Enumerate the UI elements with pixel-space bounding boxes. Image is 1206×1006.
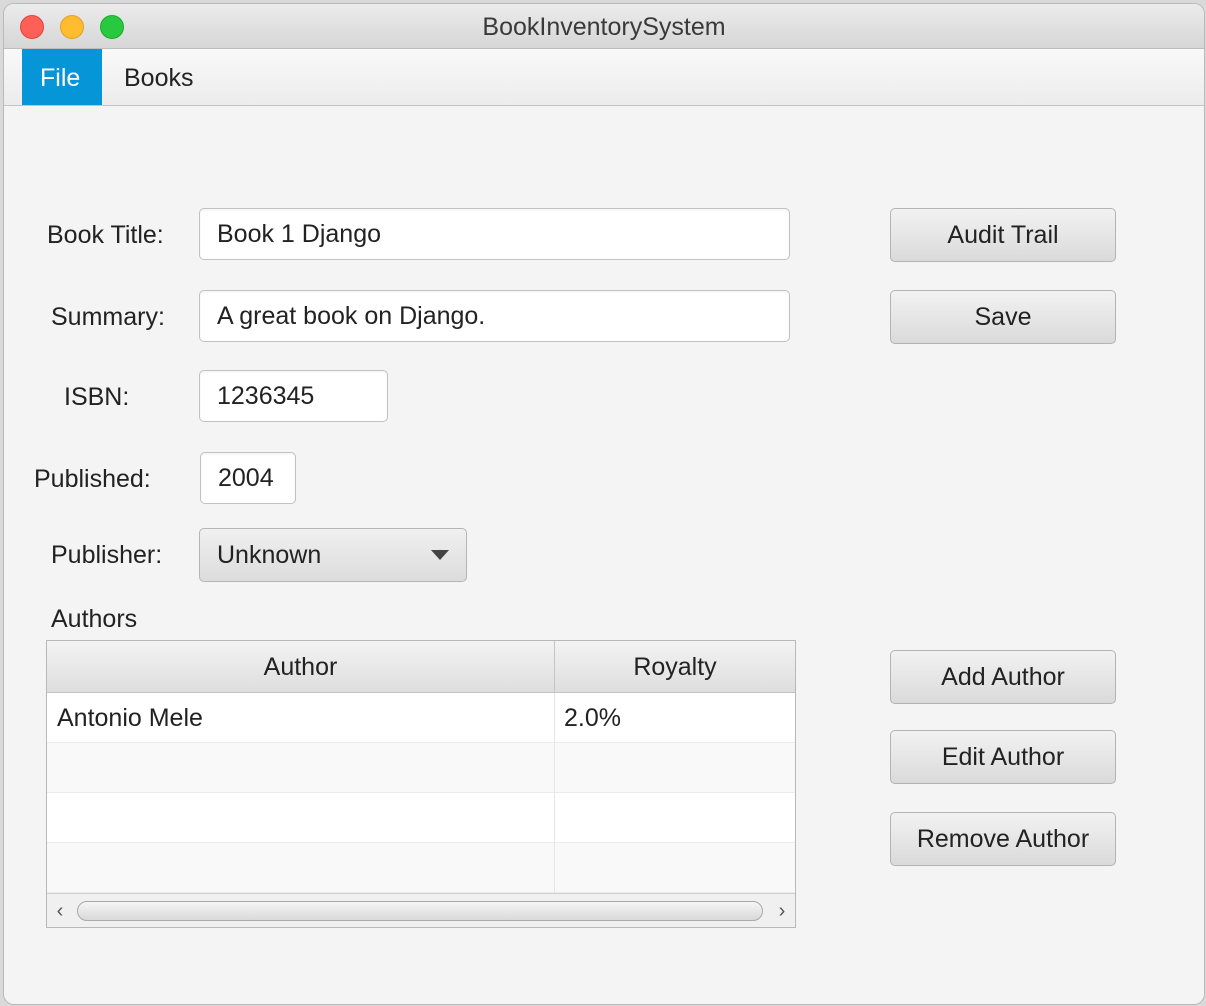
table-header: Author Royalty: [47, 641, 795, 693]
author-cell: [47, 793, 555, 843]
menu-books[interactable]: Books: [106, 49, 211, 105]
scroll-right-icon[interactable]: ›: [769, 894, 795, 927]
authors-section-label: Authors: [51, 605, 138, 633]
book-title-input[interactable]: [199, 208, 790, 260]
summary-label: Summary:: [51, 303, 165, 331]
remove-author-button[interactable]: Remove Author: [890, 812, 1116, 866]
window-title: BookInventorySystem: [482, 13, 726, 41]
royalty-cell: 2.0%: [564, 704, 621, 732]
publisher-selected-value: Unknown: [217, 541, 322, 569]
save-button[interactable]: Save: [890, 290, 1116, 344]
royalty-cell: [555, 743, 795, 793]
table-row: [47, 793, 795, 843]
horizontal-scrollbar[interactable]: ‹ ›: [47, 893, 795, 927]
menu-bar: File Books: [4, 49, 1204, 106]
author-cell: [47, 743, 555, 793]
app-window: BookInventorySystem File Books Book Titl…: [4, 4, 1204, 1004]
table-row: [47, 843, 795, 893]
isbn-label: ISBN:: [64, 383, 130, 411]
publisher-label: Publisher:: [51, 541, 163, 569]
book-title-label: Book Title:: [47, 221, 164, 249]
audit-trail-button[interactable]: Audit Trail: [890, 208, 1116, 262]
published-label: Published:: [34, 465, 151, 493]
table-row[interactable]: Antonio Mele 2.0%: [47, 693, 795, 743]
author-cell: [47, 843, 555, 893]
scroll-left-icon[interactable]: ‹: [47, 894, 73, 927]
author-cell: Antonio Mele: [47, 693, 555, 743]
authors-table: Author Royalty Antonio Mele 2.0% ‹ ›: [46, 640, 796, 928]
publisher-select[interactable]: Unknown: [199, 528, 467, 582]
published-input[interactable]: [200, 452, 296, 504]
summary-input[interactable]: [199, 290, 790, 342]
title-bar: BookInventorySystem: [4, 4, 1204, 49]
isbn-input[interactable]: [199, 370, 388, 422]
menu-file[interactable]: File: [22, 49, 102, 105]
royalty-cell: [555, 843, 795, 893]
table-row: [47, 743, 795, 793]
royalty-cell: [555, 793, 795, 843]
add-author-button[interactable]: Add Author: [890, 650, 1116, 704]
chevron-down-icon: [431, 550, 449, 560]
scrollbar-thumb[interactable]: [77, 901, 763, 921]
column-header-royalty[interactable]: Royalty: [555, 641, 795, 692]
column-header-author[interactable]: Author: [47, 641, 555, 692]
edit-author-button[interactable]: Edit Author: [890, 730, 1116, 784]
